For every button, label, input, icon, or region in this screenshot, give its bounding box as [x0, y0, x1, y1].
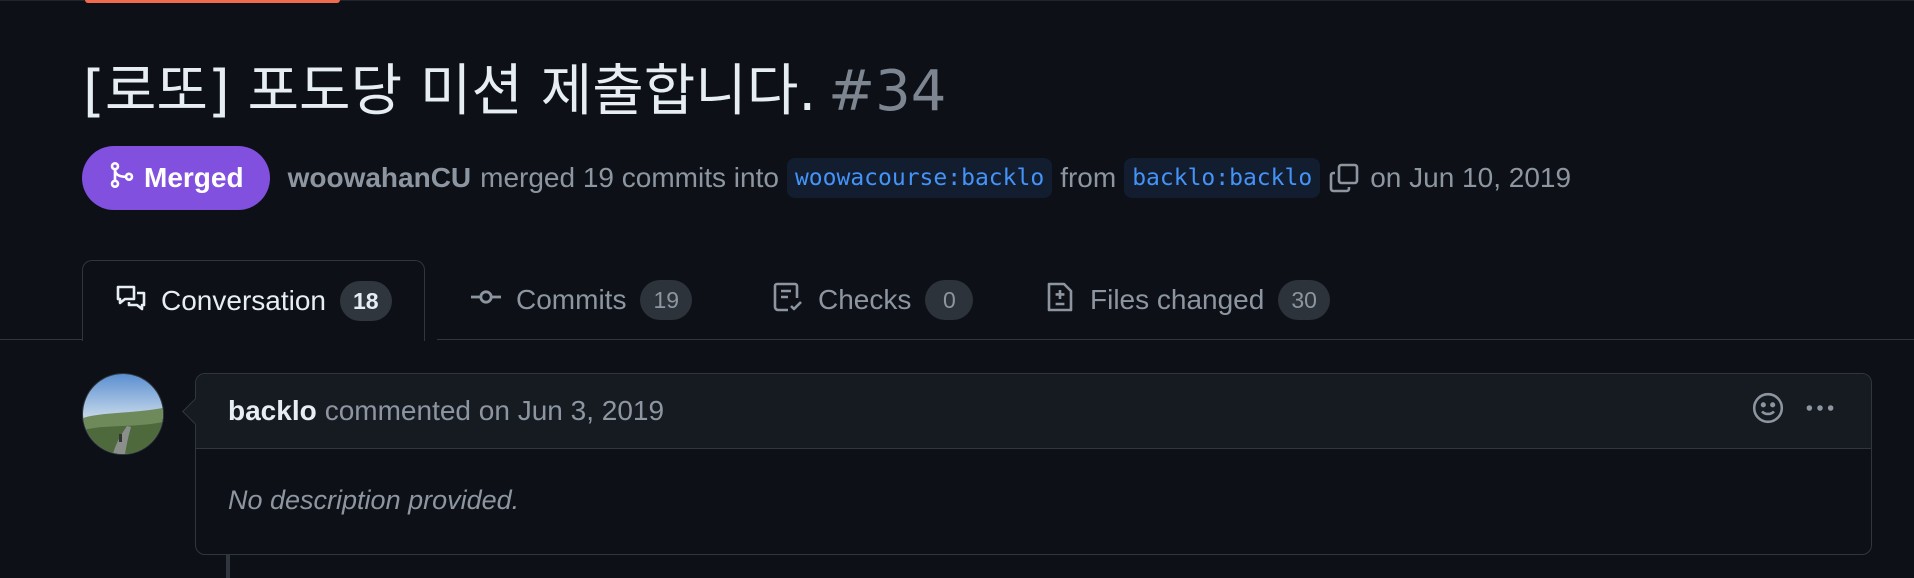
- merged-state-badge: Merged: [82, 146, 270, 210]
- tab-label: Conversation: [161, 285, 326, 316]
- merge-action-text: merged 19 commits into: [480, 162, 779, 193]
- state-label: Merged: [144, 162, 244, 193]
- pr-meta: Merged woowahanCU merged 19 commits into…: [82, 146, 1571, 210]
- comment-header: backlo commented on Jun 3, 2019: [196, 374, 1871, 449]
- comment-box: backlo commented on Jun 3, 2019 No descr…: [182, 373, 1872, 555]
- file-diff-icon: [1044, 281, 1076, 320]
- tab-conversation[interactable]: Conversation 18: [82, 260, 425, 341]
- head-branch[interactable]: backlo:backlo: [1124, 158, 1321, 198]
- from-text: from: [1060, 162, 1117, 193]
- tabs-divider-left: [0, 339, 82, 340]
- git-commit-icon: [470, 281, 502, 320]
- tab-counter: 30: [1278, 280, 1330, 320]
- pr-number: #34: [828, 59, 947, 124]
- git-merge-icon: [108, 161, 136, 196]
- pull-request-page: [로또] 포도당 미션 제출합니다. #34 Merged woowahanCU …: [0, 0, 1914, 578]
- kebab-horizontal-icon[interactable]: [1803, 391, 1837, 432]
- tab-label: Checks: [818, 284, 912, 315]
- comment-body: No description provided.: [228, 485, 520, 515]
- tab-files-changed[interactable]: Files changed 30: [1044, 260, 1330, 340]
- tab-label: Files changed: [1090, 284, 1265, 315]
- comment-timestamp[interactable]: commented on Jun 3, 2019: [325, 395, 664, 427]
- tab-counter: 0: [925, 280, 974, 320]
- smiley-icon[interactable]: [1751, 391, 1785, 432]
- avatar[interactable]: [82, 373, 164, 455]
- comment-author-link[interactable]: backlo: [228, 395, 317, 427]
- tab-label: Commits: [516, 284, 627, 315]
- timeline-line: [226, 555, 230, 578]
- checklist-icon: [772, 281, 804, 320]
- tab-counter: 18: [339, 281, 392, 321]
- tab-counter: 19: [640, 280, 693, 320]
- base-branch[interactable]: woowacourse:backlo: [786, 158, 1053, 198]
- tab-checks[interactable]: Checks 0: [772, 260, 974, 340]
- comment-discussion-icon: [115, 282, 147, 321]
- page-title: [로또] 포도당 미션 제출합니다. #34: [83, 52, 946, 132]
- copy-icon[interactable]: [1328, 162, 1360, 194]
- top-accent-bar: [85, 0, 340, 3]
- merger-link[interactable]: woowahanCU: [288, 162, 472, 194]
- tab-commits[interactable]: Commits 19: [470, 260, 693, 340]
- merge-date: on Jun 10, 2019: [1370, 162, 1572, 193]
- pr-tabs: Conversation 18 Commits 19 Checks 0 File…: [0, 260, 1914, 341]
- pr-title-text: [로또] 포도당 미션 제출합니다.: [83, 59, 817, 124]
- comment-actions: [1751, 374, 1837, 448]
